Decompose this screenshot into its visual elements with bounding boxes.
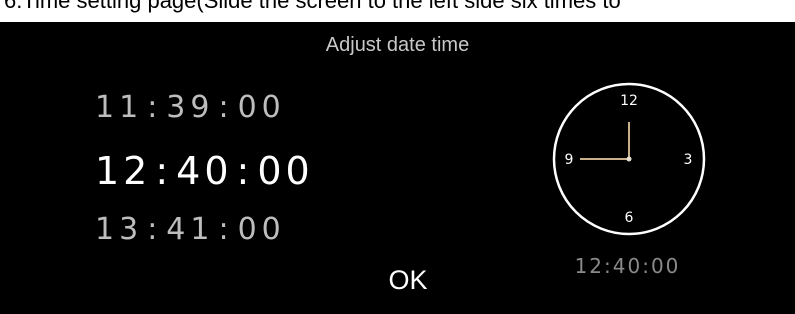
clock-time-readout: 12:40:00 <box>574 254 681 278</box>
hours-value: 13 <box>95 212 144 247</box>
hours-value: 11 <box>95 90 144 125</box>
clock-numeral-3: 3 <box>684 152 693 168</box>
time-separator: : <box>236 149 254 193</box>
time-row-previous[interactable]: 11:39:00 <box>95 90 286 125</box>
seconds-value: 00 <box>237 90 286 125</box>
seconds-value: 00 <box>257 149 314 193</box>
clock-numeral-12: 12 <box>620 93 638 109</box>
time-separator: : <box>155 149 173 193</box>
minutes-value: 40 <box>176 149 233 193</box>
minutes-value: 41 <box>166 212 215 247</box>
seconds-value: 00 <box>237 212 286 247</box>
hours-value: 12 <box>95 149 152 193</box>
time-separator: : <box>218 90 234 125</box>
page-title: Adjust date time <box>325 34 470 56</box>
time-separator: : <box>147 90 163 125</box>
analog-clock: 12 3 6 9 <box>552 82 706 236</box>
caption-text: 6.Time setting page(Slide the screen to … <box>4 0 621 13</box>
time-separator: : <box>147 212 163 247</box>
time-row-next[interactable]: 13:41:00 <box>95 212 286 247</box>
time-setting-screen: Adjust date time 11:39:00 12:40:00 13:41… <box>0 22 795 314</box>
time-row-selected[interactable]: 12:40:00 <box>95 149 314 193</box>
caption-strip: 6.Time setting page(Slide the screen to … <box>0 0 795 22</box>
clock-center-dot <box>626 156 632 162</box>
minutes-value: 39 <box>166 90 215 125</box>
clock-numeral-9: 9 <box>565 152 574 168</box>
ok-button[interactable]: OK <box>380 260 436 300</box>
clock-numeral-6: 6 <box>625 210 634 226</box>
time-separator: : <box>218 212 234 247</box>
